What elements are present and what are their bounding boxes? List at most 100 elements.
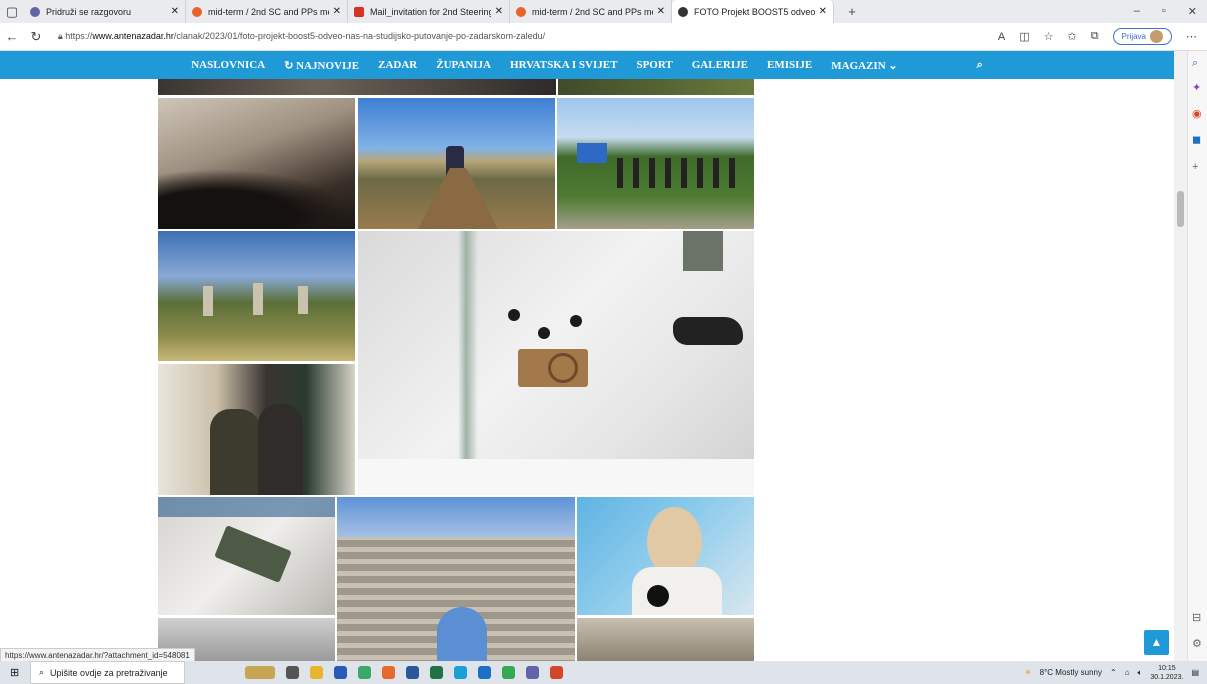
- scroll-thumb[interactable]: [1177, 191, 1184, 227]
- browser-tab-active[interactable]: FOTO Projekt BOOST5 odveo na: ✕: [672, 0, 834, 23]
- browser-tab-bar: ▢ Pridruži se razgovoru ✕ mid-term / 2nd…: [0, 0, 1207, 23]
- site-navigation: NASLOVNICA ↻ NAJNOVIJE ZADAR ŽUPANIJA HR…: [0, 51, 1174, 79]
- gallery-photo[interactable]: [558, 79, 754, 95]
- browser-tab[interactable]: Pridruži se razgovoru ✕: [24, 0, 186, 23]
- avatar: [1150, 30, 1163, 43]
- nav-item-emisije[interactable]: EMISIJE: [767, 59, 812, 71]
- url-field[interactable]: 🔒︎ https://www.antenazadar.hr/clanak/202…: [58, 31, 998, 42]
- refresh-icon[interactable]: ↻: [24, 29, 48, 45]
- close-icon[interactable]: ✕: [657, 6, 665, 17]
- nav-item-zupanija[interactable]: ŽUPANIJA: [436, 59, 491, 71]
- office-icon[interactable]: ◉: [1192, 107, 1202, 120]
- shopping-icon[interactable]: ✦: [1192, 81, 1201, 94]
- outlook-icon[interactable]: [478, 666, 491, 679]
- browser-tab[interactable]: mid-term / 2nd SC and PPs mee ✕: [510, 0, 672, 23]
- tab-title: Mail_invitation for 2nd Steering: [370, 6, 491, 17]
- nav-item-zadar[interactable]: ZADAR: [378, 59, 417, 71]
- edge-icon[interactable]: [454, 666, 467, 679]
- favorites-icon[interactable]: ✩: [1067, 30, 1076, 43]
- close-window-icon[interactable]: ✕: [1188, 5, 1197, 18]
- close-icon[interactable]: ✕: [495, 6, 503, 17]
- split-screen-icon[interactable]: ◫: [1019, 30, 1029, 43]
- nav-item-sport[interactable]: SPORT: [636, 59, 672, 71]
- volume-icon[interactable]: 🔈︎: [1138, 668, 1143, 678]
- browser-sidebar: ⌕ ✦ ◉ ◼ + ⊟ ⚙: [1187, 51, 1207, 661]
- page-scrollbar[interactable]: [1174, 51, 1187, 661]
- sidebar-toggle-icon[interactable]: ⊟: [1192, 611, 1201, 624]
- store-icon[interactable]: [334, 666, 347, 679]
- profile-button[interactable]: Prijava: [1112, 28, 1172, 45]
- minimize-icon[interactable]: –: [1134, 5, 1140, 18]
- gallery-photo[interactable]: [577, 497, 754, 615]
- back-icon[interactable]: ←: [0, 29, 24, 44]
- file-explorer-icon[interactable]: [310, 666, 323, 679]
- gallery-photo[interactable]: [337, 497, 575, 661]
- gallery-photo[interactable]: [577, 618, 754, 661]
- browser-tab[interactable]: Mail_invitation for 2nd Steering ✕: [348, 0, 510, 23]
- excel-icon[interactable]: [430, 666, 443, 679]
- network-icon[interactable]: ⌂: [1125, 668, 1130, 677]
- back-to-top-button[interactable]: ▲: [1144, 630, 1169, 655]
- taskbar-apps: [245, 666, 563, 679]
- tray-chevron-icon[interactable]: ⌃: [1110, 668, 1117, 677]
- taskbar: ⊞ ⌕ Upišite ovdje za pretraživanje ☀ 8°C…: [0, 661, 1207, 684]
- settings-icon[interactable]: ⚙: [1192, 637, 1202, 650]
- nav-item-najnovije[interactable]: ↻ NAJNOVIJE: [284, 59, 359, 72]
- windows-start-icon[interactable]: ⊞: [10, 666, 19, 679]
- chrome-icon[interactable]: [358, 666, 371, 679]
- search-icon[interactable]: ⌕: [977, 58, 983, 72]
- tab-actions-icon[interactable]: ▢: [0, 4, 24, 20]
- nav-item-galerije[interactable]: GALERIJE: [692, 59, 748, 71]
- add-icon[interactable]: +: [1192, 161, 1198, 173]
- gallery-photo[interactable]: [158, 98, 355, 229]
- gallery-photo[interactable]: [158, 231, 355, 361]
- gallery-photo[interactable]: [358, 231, 754, 495]
- search-icon[interactable]: ⌕: [1192, 57, 1198, 70]
- teams-icon[interactable]: [526, 666, 539, 679]
- nav-item-hrvatska-i-svijet[interactable]: HRVATSKA I SVIJET: [510, 59, 617, 71]
- powerpoint-icon[interactable]: [550, 666, 563, 679]
- gallery-photo[interactable]: [358, 98, 555, 229]
- url-path: /clanak/2023/01/foto-projekt-boost5-odve…: [173, 31, 546, 41]
- chrome-alt-icon[interactable]: [502, 666, 515, 679]
- restore-icon[interactable]: ▫: [1162, 5, 1166, 18]
- pdf-icon: [354, 6, 364, 17]
- tab-title: mid-term / 2nd SC and PPs mee: [208, 6, 329, 17]
- system-tray: ☀ 8°C Mostly sunny ⌃ ⌂ 🔈︎ 10:15 30.1.202…: [1024, 664, 1199, 682]
- favorite-icon[interactable]: ☆: [1044, 30, 1054, 43]
- search-icon: ⌕: [39, 667, 45, 677]
- taskbar-search[interactable]: ⌕ Upišite ovdje za pretraživanje: [30, 661, 185, 684]
- read-aloud-icon[interactable]: A: [998, 31, 1005, 43]
- close-icon[interactable]: ✕: [819, 6, 827, 17]
- clock[interactable]: 10:15 30.1.2023.: [1150, 664, 1183, 682]
- gallery-photo[interactable]: [158, 497, 335, 615]
- site-icon: [678, 6, 688, 17]
- browser-tab[interactable]: mid-term / 2nd SC and PPs mee ✕: [186, 0, 348, 23]
- address-bar: ← ↻ 🔒︎ https://www.antenazadar.hr/clanak…: [0, 23, 1207, 51]
- app-icon: [516, 6, 526, 17]
- tab-title: Pridruži se razgovoru: [46, 6, 132, 17]
- weather-icon: ☀: [1024, 668, 1032, 677]
- close-icon[interactable]: ✕: [333, 6, 341, 17]
- task-view-icon[interactable]: [286, 666, 299, 679]
- taskbar-search-placeholder: Upišite ovdje za pretraživanje: [50, 667, 168, 678]
- gallery-photo[interactable]: [158, 79, 556, 95]
- nav-item-naslovnica[interactable]: NASLOVNICA: [191, 59, 265, 71]
- new-tab-icon[interactable]: +: [840, 4, 864, 19]
- firefox-icon[interactable]: [382, 666, 395, 679]
- outlook-icon[interactable]: ◼: [1192, 133, 1201, 146]
- clock-time: 10:15: [1158, 664, 1176, 672]
- gallery-photo[interactable]: [158, 364, 355, 495]
- gallery-photo[interactable]: [557, 98, 754, 229]
- tab-title: FOTO Projekt BOOST5 odveo na:: [694, 6, 815, 17]
- app-icon: [192, 6, 202, 17]
- news-icon[interactable]: [245, 666, 275, 679]
- collections-icon[interactable]: ⧉: [1091, 30, 1099, 43]
- clock-date: 30.1.2023.: [1150, 673, 1184, 681]
- word-icon[interactable]: [406, 666, 419, 679]
- nav-item-magazin[interactable]: MAGAZIN ⌄: [831, 59, 897, 72]
- notifications-icon[interactable]: ▤: [1191, 668, 1199, 677]
- weather-text[interactable]: 8°C Mostly sunny: [1040, 668, 1102, 677]
- close-icon[interactable]: ✕: [171, 6, 179, 17]
- more-icon[interactable]: ⋯: [1186, 30, 1197, 43]
